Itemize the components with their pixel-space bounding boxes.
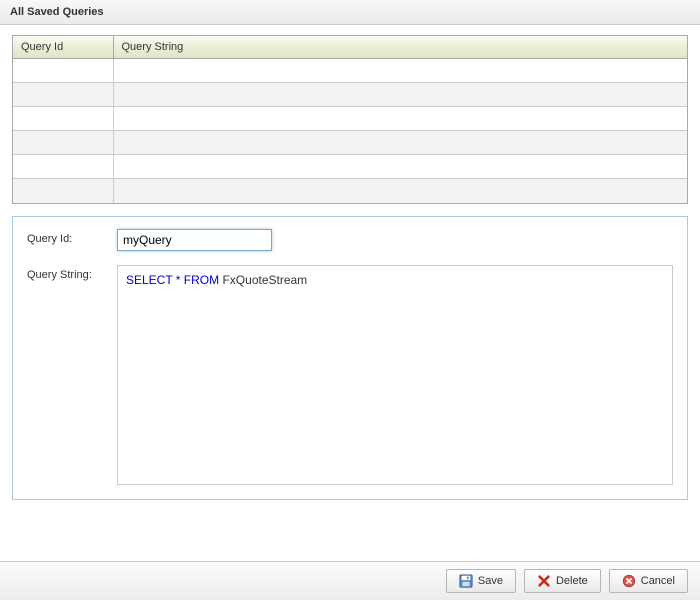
query-string-row: Query String: SELECT * FROM FxQuoteStrea… [27,265,673,485]
delete-button[interactable]: Delete [524,569,601,593]
query-string-label: Query String: [27,265,117,281]
cell-query-id [13,131,113,155]
cancel-icon [622,574,636,588]
column-header-query-string[interactable]: Query String [113,36,687,59]
table-row[interactable] [13,179,687,203]
panel-title: All Saved Queries [10,6,104,18]
delete-button-label: Delete [556,575,588,587]
cell-query-id [13,107,113,131]
cell-query-id [13,83,113,107]
query-string-input[interactable]: SELECT * FROM FxQuoteStream [117,265,673,485]
save-button[interactable]: Save [446,569,516,593]
cell-query-string [113,155,687,179]
cell-query-id [13,179,113,203]
query-id-row: Query Id: [27,229,673,251]
cell-query-string [113,131,687,155]
footer-toolbar: Save Delete Cancel [0,561,700,600]
column-header-query-id[interactable]: Query Id [13,36,113,59]
table-row[interactable] [13,155,687,179]
queries-table: Query Id Query String [13,36,687,203]
cell-query-string [113,107,687,131]
table-row[interactable] [13,107,687,131]
cell-query-string [113,179,687,203]
query-id-label: Query Id: [27,229,117,245]
table-row[interactable] [13,131,687,155]
sql-keyword: SELECT * FROM [126,273,219,287]
table-row[interactable] [13,59,687,83]
cell-query-string [113,83,687,107]
delete-icon [537,574,551,588]
save-icon [459,574,473,588]
cell-query-id [13,59,113,83]
cell-query-string [113,59,687,83]
panel-header: All Saved Queries [0,0,700,25]
queries-table-wrap: Query Id Query String [12,35,688,204]
cell-query-id [13,155,113,179]
cancel-button[interactable]: Cancel [609,569,688,593]
table-row[interactable] [13,83,687,107]
cancel-button-label: Cancel [641,575,675,587]
sql-rest: FxQuoteStream [219,273,307,287]
query-form: Query Id: Query String: SELECT * FROM Fx… [12,216,688,500]
query-id-input[interactable] [117,229,272,251]
content-area: Query Id Query String Query Id: Query St… [0,25,700,510]
save-button-label: Save [478,575,503,587]
